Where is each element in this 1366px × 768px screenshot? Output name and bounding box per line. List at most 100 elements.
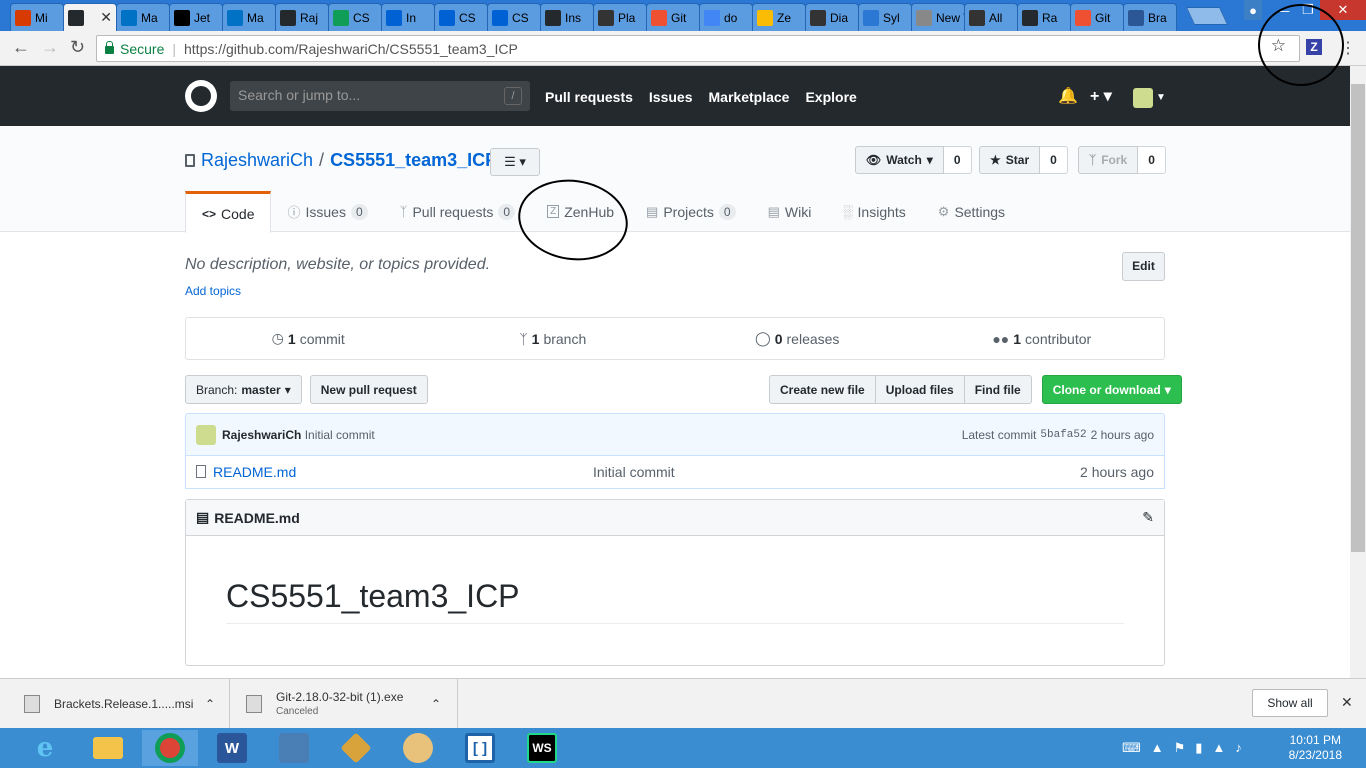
edit-description-button[interactable]: Edit (1122, 252, 1165, 281)
browser-tab[interactable]: Pla (593, 3, 647, 31)
nav-explore[interactable]: Explore (805, 89, 856, 105)
chrome-icon[interactable] (142, 730, 198, 766)
browser-tab[interactable]: CS (328, 3, 382, 31)
internet-explorer-icon[interactable]: e (17, 730, 73, 766)
browser-tab[interactable]: Dia (805, 3, 859, 31)
commits-link[interactable]: ◷ 1 commit (186, 318, 431, 359)
browser-tab[interactable]: Ze (752, 3, 806, 31)
repo-owner-link[interactable]: RajeshwariCh (201, 150, 313, 170)
tab-insights[interactable]: ░ Insights (827, 191, 921, 232)
address-bar[interactable]: Secure | https://github.com/RajeshwariCh… (96, 35, 1300, 62)
browser-tab[interactable]: Ma (116, 3, 170, 31)
user-avatar[interactable] (1133, 88, 1153, 108)
browser-tab[interactable]: CS (434, 3, 488, 31)
keyboard-icon[interactable]: ⌨ (1122, 740, 1141, 756)
tab-settings[interactable]: ⚙ Settings (922, 191, 1021, 232)
pencil-icon[interactable]: ✎ (1142, 509, 1154, 526)
close-download-bar-icon[interactable]: ✕ (1341, 694, 1353, 711)
upload-files-button[interactable]: Upload files (875, 375, 965, 404)
nav-marketplace[interactable]: Marketplace (709, 89, 790, 105)
nav-pull-requests[interactable]: Pull requests (545, 89, 633, 105)
browser-tab[interactable]: Git (1070, 3, 1124, 31)
find-file-button[interactable]: Find file (964, 375, 1032, 404)
create-new-plus-icon[interactable]: + ▾ (1090, 86, 1112, 106)
reload-icon[interactable]: ↻ (70, 37, 85, 58)
commit-author-avatar[interactable] (196, 424, 216, 445)
create-new-file-button[interactable]: Create new file (769, 375, 876, 404)
tab-label: Git (671, 10, 687, 25)
tab-issues[interactable]: ⓘ Issues 0 (271, 191, 383, 232)
clone-download-button[interactable]: Clone or download ▾ (1041, 375, 1182, 404)
word-icon[interactable]: W (204, 730, 260, 766)
browser-tab[interactable]: Ra (1017, 3, 1071, 31)
fork-count[interactable]: 0 (1138, 146, 1166, 174)
back-icon[interactable]: ← (12, 37, 30, 58)
scrollbar-thumb[interactable] (1351, 84, 1365, 552)
browser-tab[interactable]: Git (646, 3, 700, 31)
volume-icon[interactable]: ♪ (1235, 740, 1242, 756)
browser-tab[interactable]: Syl (858, 3, 912, 31)
profile-icon[interactable]: ● (1244, 0, 1262, 20)
github-logo-icon[interactable] (185, 80, 217, 112)
paint-icon[interactable] (390, 730, 446, 766)
brackets-icon[interactable]: [ ] (452, 730, 508, 766)
browser-tab[interactable]: Jet (169, 3, 223, 31)
commit-message[interactable]: Initial commit (305, 428, 375, 442)
notifications-bell-icon[interactable]: 🔔 (1058, 86, 1078, 106)
git-gui-icon[interactable] (328, 730, 384, 766)
secure-indicator[interactable]: Secure (105, 41, 164, 57)
browser-tab[interactable]: All (964, 3, 1018, 31)
new-tab-button[interactable] (1185, 7, 1229, 25)
contributors-link[interactable]: ●● 1 contributor (920, 318, 1165, 359)
system-clock[interactable]: 10:01 PM 8/23/2018 (1289, 733, 1342, 763)
branch-select-button[interactable]: Branch: master ▾ (185, 375, 302, 404)
zenhub-menu-button[interactable]: ☰ ▾ (490, 148, 540, 176)
download-item-git[interactable]: Git-2.18.0-32-bit (1).exe Canceled ⌃ (230, 679, 458, 729)
repo-name-link[interactable]: CS5551_team3_ICP (330, 150, 497, 170)
branches-link[interactable]: ᛉ 1 branch (431, 318, 676, 359)
watch-button[interactable]: 👁 Watch ▾ (855, 146, 944, 174)
fork-button[interactable]: ᛉ Fork (1078, 146, 1139, 174)
commit-author[interactable]: RajeshwariCh (222, 428, 301, 442)
browser-tab[interactable]: In (381, 3, 435, 31)
network-icon[interactable]: ▮ (1195, 740, 1202, 756)
browser-tab[interactable]: Mi (10, 3, 64, 31)
watch-count[interactable]: 0 (943, 146, 972, 174)
webstorm-icon[interactable]: WS (514, 730, 570, 766)
star-button[interactable]: ★ Star (979, 146, 1041, 174)
chevron-up-icon[interactable]: ⌃ (431, 697, 441, 711)
flag-icon[interactable]: ⚑ (1174, 740, 1186, 756)
browser-tab[interactable]: Ins (540, 3, 594, 31)
tab-code[interactable]: <> Code (185, 191, 272, 233)
tab-projects[interactable]: ▤ Projects 0 (630, 191, 752, 232)
browser-tab[interactable]: New T (911, 3, 965, 31)
chevron-up-icon[interactable]: ⌃ (205, 697, 215, 711)
tab-wiki[interactable]: ▤ Wiki (752, 191, 828, 232)
commit-sha[interactable]: 5bafa52 (1040, 429, 1086, 441)
tray-expand-icon[interactable]: ▲ (1151, 740, 1164, 756)
show-all-button[interactable]: Show all (1252, 689, 1328, 717)
forward-icon[interactable]: → (41, 37, 59, 58)
avatar-dropdown-icon[interactable]: ▼ (1156, 92, 1166, 103)
add-topics-link[interactable]: Add topics (185, 284, 241, 298)
star-count[interactable]: 0 (1040, 146, 1068, 174)
search-input[interactable]: Search or jump to... / (230, 81, 530, 111)
browser-tab[interactable]: CS (487, 3, 541, 31)
browser-tab[interactable]: Ma (222, 3, 276, 31)
nav-issues[interactable]: Issues (649, 89, 693, 105)
new-pull-request-button[interactable]: New pull request (309, 375, 428, 404)
close-tab-icon[interactable]: ✕ (100, 9, 112, 26)
control-panel-icon[interactable] (266, 730, 322, 766)
wifi-icon[interactable]: ▲ (1212, 740, 1225, 756)
browser-tab[interactable]: ✕ (63, 3, 117, 31)
download-item-brackets[interactable]: Brackets.Release.1.....msi ⌃ (0, 679, 230, 729)
file-name-link[interactable]: README.md (213, 464, 593, 480)
browser-tab[interactable]: Bra (1123, 3, 1177, 31)
file-explorer-icon[interactable] (80, 730, 136, 766)
url-text[interactable]: https://github.com/RajeshwariCh/CS5551_t… (184, 41, 518, 57)
tab-pull-requests[interactable]: ᛉ Pull requests 0 (384, 191, 531, 232)
browser-tab[interactable]: do (699, 3, 753, 31)
releases-link[interactable]: ◯ 0 releases (675, 318, 920, 359)
file-commit-message[interactable]: Initial commit (593, 464, 1080, 480)
browser-tab[interactable]: Raj (275, 3, 329, 31)
